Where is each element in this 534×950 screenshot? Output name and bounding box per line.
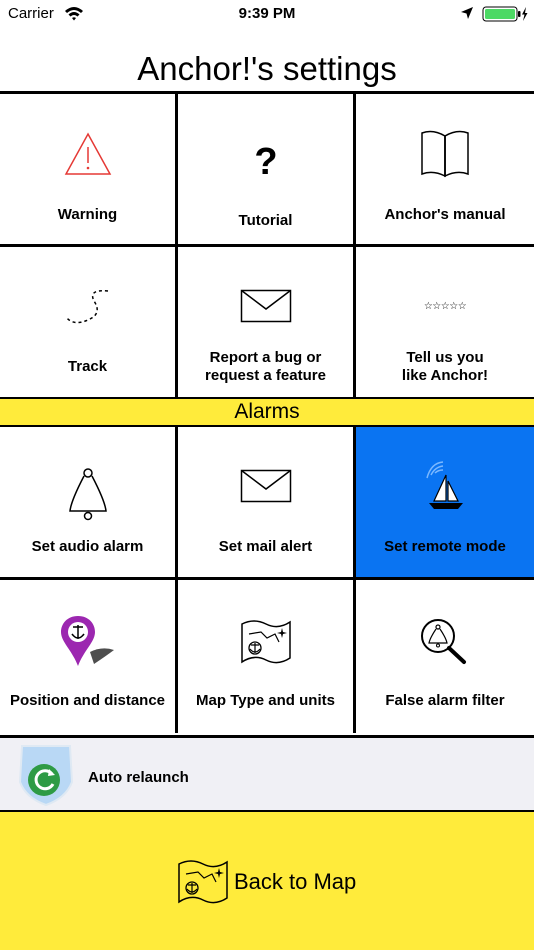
position-distance-button[interactable]: Position and distance	[0, 580, 178, 733]
tutorial-label: Tutorial	[238, 212, 293, 229]
location-arrow-icon	[461, 7, 473, 19]
report-bug-button[interactable]: Report a bug or request a feature	[178, 247, 356, 400]
back-to-map-button[interactable]: Back to Map	[0, 812, 534, 950]
false-alarm-filter-button[interactable]: False alarm filter	[356, 580, 534, 733]
audio-alarm-button[interactable]: Set audio alarm	[0, 427, 178, 577]
envelope-icon	[240, 469, 291, 503]
mail-alert-label: Set mail alert	[218, 538, 313, 555]
rate-app-label-line1: Tell us you	[406, 349, 484, 366]
settings-grid: Warning ? Tutorial Anchor's manual Track	[0, 91, 534, 400]
status-bar: Carrier 9:39 PM	[0, 0, 534, 30]
rate-app-label: Tell us you like Anchor!	[356, 349, 534, 385]
status-time: 9:39 PM	[238, 5, 296, 22]
battery-charging-icon	[482, 6, 528, 22]
treasure-map-icon	[178, 860, 228, 904]
remote-mode-button[interactable]: Set remote mode	[356, 427, 534, 577]
alarms-row-2: Position and distance Map Type and units…	[0, 580, 534, 733]
report-bug-label: Report a bug or request a feature	[178, 349, 353, 385]
rate-app-label-line2: like Anchor!	[401, 367, 489, 384]
anchor-manual-button[interactable]: Anchor's manual	[356, 94, 534, 244]
warning-label: Warning	[57, 206, 118, 223]
question-mark-icon: ?	[254, 141, 277, 180]
report-bug-label-line1: Report a bug or	[209, 349, 322, 366]
treasure-map-icon	[240, 620, 291, 664]
track-label: Track	[67, 358, 108, 375]
tutorial-button[interactable]: ? Tutorial	[178, 94, 356, 244]
stars-rating-icon: ☆☆☆☆☆	[424, 301, 467, 311]
track-button[interactable]: Track	[0, 247, 178, 400]
sailboat-signal-icon	[426, 461, 463, 509]
back-to-map-label: Back to Map	[234, 869, 357, 894]
page-title: Anchor!'s settings	[137, 50, 397, 87]
auto-relaunch-row[interactable]: Auto relaunch	[0, 735, 534, 812]
bell-icon	[68, 468, 107, 521]
map-type-button[interactable]: Map Type and units	[178, 580, 356, 733]
alarms-section-header: Alarms	[0, 397, 534, 427]
position-distance-label: Position and distance	[9, 692, 166, 709]
shield-refresh-icon	[18, 745, 74, 807]
remote-mode-label: Set remote mode	[384, 538, 506, 555]
open-book-icon	[421, 130, 469, 178]
settings-row-2: Track Report a bug or request a feature …	[0, 247, 534, 400]
report-bug-label-line2: request a feature	[205, 367, 326, 384]
warning-button[interactable]: Warning	[0, 94, 178, 244]
svg-text:☆☆☆☆☆: ☆☆☆☆☆	[424, 301, 467, 311]
false-alarm-filter-label: False alarm filter	[385, 692, 505, 709]
audio-alarm-label: Set audio alarm	[31, 538, 144, 555]
dashed-track-icon	[64, 289, 108, 324]
mail-alert-button[interactable]: Set mail alert	[178, 427, 356, 577]
rate-app-button[interactable]: ☆☆☆☆☆ Tell us you like Anchor!	[356, 247, 534, 400]
anchor-manual-label: Anchor's manual	[384, 206, 506, 223]
magnifier-bell-icon	[421, 619, 466, 664]
alarms-row-1: Set audio alarm Set mail alert Set remot…	[0, 427, 534, 580]
svg-text:?: ?	[254, 141, 277, 180]
alarms-grid: Set audio alarm Set mail alert Set remot…	[0, 427, 534, 733]
envelope-icon	[240, 289, 291, 323]
settings-row-1: Warning ? Tutorial Anchor's manual	[0, 94, 534, 247]
map-type-label: Map Type and units	[196, 692, 335, 709]
anchor-pin-icon	[60, 616, 114, 666]
auto-relaunch-label: Auto relaunch	[88, 769, 189, 786]
warning-triangle-icon	[64, 132, 111, 175]
